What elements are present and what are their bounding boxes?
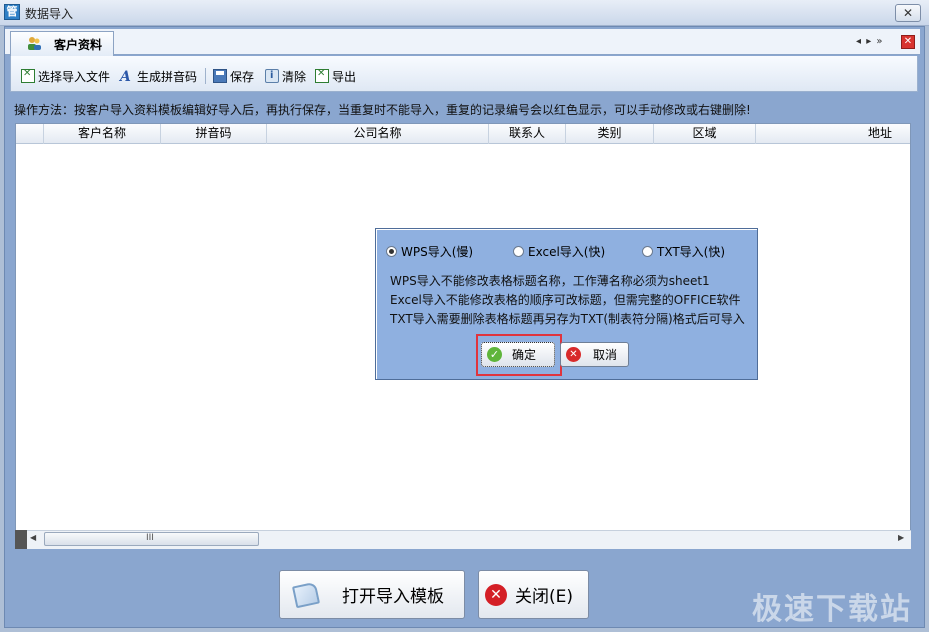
app-icon: 管 [4,4,20,20]
generate-pinyin-label: 生成拼音码 [137,69,198,84]
radio-button-icon [386,246,397,257]
export-button[interactable]: 导出 [315,67,356,85]
note-txt: TXT导入需要删除表格标题再另存为TXT(制表符分隔)格式后可导入 [390,312,745,326]
note-wps: WPS导入不能修改表格标题名称，工作薄名称必须为sheet1 [390,274,710,288]
instruction-text: 操作方法：按客户导入资料模板编辑好导入后，再执行保存，当重复时不能导入，重复的记… [14,103,751,117]
wps-import-radio[interactable]: WPS导入(慢) [386,243,473,260]
column-header[interactable]: 联系人 [489,124,566,144]
check-icon: ✓ [487,347,502,362]
watermark-text: 极速下载站 [752,592,912,627]
column-header[interactable]: 类别 [566,124,654,144]
grid-corner [15,530,27,549]
template-book-icon [291,581,321,608]
open-import-template-button[interactable]: 打开导入模板 [279,570,465,619]
save-label: 保存 [230,69,255,84]
save-icon [213,69,227,83]
close-x-icon: ✕ [485,583,507,606]
cancel-label: 取消 [593,348,618,362]
close-button[interactable]: ✕ 关闭(E) [478,570,589,619]
close-label: 关闭(E) [515,587,574,607]
txt-import-radio[interactable]: TXT导入(快) [642,243,725,260]
column-header[interactable]: 地址 [756,124,910,144]
toolbar-separator [205,68,206,84]
cancel-x-icon: ✕ [566,347,581,362]
tab-close-button[interactable]: ✕ [901,35,915,49]
scrollbar-grip: III [146,533,154,543]
open-import-template-label: 打开导入模板 [342,587,444,607]
clear-icon [265,69,279,83]
customer-icon [28,37,41,50]
radio-button-icon [642,246,653,257]
column-header[interactable]: 公司名称 [267,124,489,144]
letter-a-icon: A [120,69,131,85]
ok-button[interactable]: ✓ 确定 [481,342,555,367]
window-titlebar [0,0,929,26]
clear-label: 清除 [282,69,307,84]
note-excel: Excel导入不能修改表格的顺序可改标题，但需完整的OFFICE软件 [390,293,741,307]
wps-import-label: WPS导入(慢) [401,245,474,259]
generate-pinyin-button[interactable]: A 生成拼音码 [120,67,197,85]
clear-button[interactable]: 清除 [265,67,306,85]
select-import-file-button[interactable]: 选择导入文件 [21,67,110,85]
excel-import-radio[interactable]: Excel导入(快) [513,243,605,260]
radio-button-icon [513,246,524,257]
column-header[interactable]: 区域 [654,124,756,144]
txt-import-label: TXT导入(快) [657,245,726,259]
excel-icon [21,68,35,83]
select-import-file-label: 选择导入文件 [38,69,111,84]
excel-export-icon [315,68,329,83]
scroll-right-arrow-icon[interactable]: ▶ [898,533,904,542]
export-label: 导出 [332,69,357,84]
window-close-button[interactable]: ✕ [895,4,921,22]
column-header[interactable]: 客户名称 [44,124,161,144]
excel-import-label: Excel导入(快) [528,245,606,259]
window-title: 数据导入 [25,7,74,21]
save-button[interactable]: 保存 [213,67,254,85]
ok-label: 确定 [512,348,537,362]
scroll-left-arrow-icon[interactable]: ◀ [30,533,36,542]
row-indicator-header [16,124,44,144]
tab-nav-arrows[interactable]: ◂ ▸ » [856,36,884,47]
column-header[interactable]: 拼音码 [161,124,267,144]
cancel-button[interactable]: ✕ 取消 [560,342,629,367]
tab-strip [5,29,920,55]
tab-label: 客户资料 [54,38,103,52]
